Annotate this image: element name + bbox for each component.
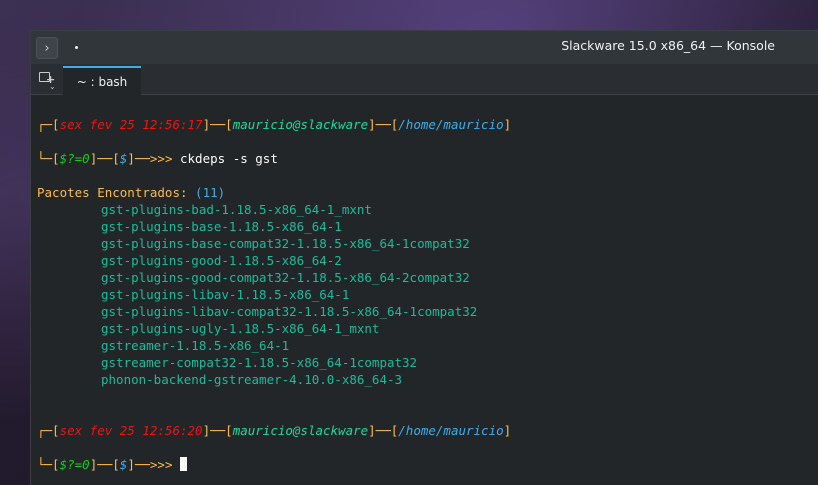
list-item: gst-plugins-ugly-1.18.5-x86_64-1_mxnt [101, 321, 380, 336]
prompt-status: $?=0 [59, 151, 90, 166]
prompt-status: $?=0 [59, 457, 90, 472]
list-item: gstreamer-1.18.5-x86_64-1 [101, 338, 290, 353]
prompt-userhost: mauricio@slackware [232, 423, 369, 438]
tab-bar: + ⌄ ~ : bash [31, 64, 818, 95]
window-title: Slackware 15.0 x86_64 — Konsole [561, 38, 775, 53]
chevron-down-icon: ⌄ [49, 82, 56, 91]
prompt-command-line: └─[$?=0]──[$]──>>> ckdeps -s gst [37, 151, 278, 166]
list-item: gst-plugins-base-1.18.5-x86_64-1 [101, 219, 342, 234]
prompt-path: /home/mauricio [398, 117, 504, 132]
prompt-line: ┌─[sex fev 25 12:56:17]──[mauricio@slack… [37, 117, 512, 132]
list-item: phonon-backend-gstreamer-4.10.0-x86_64-3 [101, 372, 403, 387]
prompt-datetime: sex fev 25 12:56:20 [59, 423, 203, 438]
tab-bash[interactable]: ~ : bash [63, 66, 141, 95]
list-item: gst-plugins-base-compat32-1.18.5-x86_64-… [101, 236, 470, 251]
list-item: gstreamer-compat32-1.18.5-x86_64-1compat… [101, 355, 418, 370]
text-cursor [180, 457, 188, 471]
list-item: gst-plugins-good-1.18.5-x86_64-2 [101, 253, 342, 268]
prompt-command-line: └─[$?=0]──[$]──>>> [37, 456, 188, 473]
prompt-path: /home/mauricio [398, 423, 504, 438]
terminal-area[interactable]: ┌─[sex fev 25 12:56:17]──[mauricio@slack… [31, 96, 818, 485]
prompt-datetime: sex fev 25 12:56:17 [59, 117, 203, 132]
prompt-line: ┌─[sex fev 25 12:56:20]──[mauricio@slack… [37, 423, 512, 438]
new-tab-button[interactable]: + ⌄ [36, 69, 58, 91]
output-heading: Pacotes Encontrados: (11) [37, 185, 226, 200]
package-count: (11) [195, 185, 226, 200]
prompt-userhost: mauricio@slackware [232, 117, 369, 132]
list-item: gst-plugins-libav-1.18.5-x86_64-1 [101, 287, 350, 302]
konsole-window: › Slackware 15.0 x86_64 — Konsole + ⌄ ~ … [30, 30, 818, 485]
title-bar[interactable]: › Slackware 15.0 x86_64 — Konsole [31, 31, 818, 64]
list-item: gst-plugins-bad-1.18.5-x86_64-1_mxnt [101, 202, 372, 217]
list-item: gst-plugins-good-compat32-1.18.5-x86_64-… [101, 270, 470, 285]
command-text: ckdeps -s gst [172, 151, 278, 166]
list-item: gst-plugins-libav-compat32-1.18.5-x86_64… [101, 304, 478, 319]
